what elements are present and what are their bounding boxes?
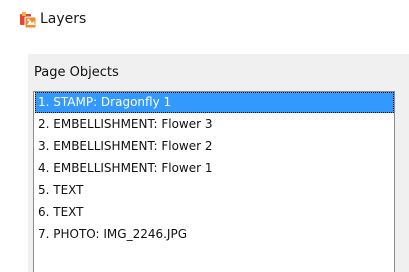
page-objects-panel: Page Objects 1. STAMP: Dragonfly 1 2. EM… — [28, 54, 409, 272]
list-item-text-5[interactable]: 5. TEXT — [35, 180, 394, 201]
list-item-embellishment-flower-2[interactable]: 3. EMBELLISHMENT: Flower 2 — [35, 136, 394, 157]
layers-app-icon — [19, 11, 37, 29]
list-item-stamp-dragonfly-1[interactable]: 1. STAMP: Dragonfly 1 — [35, 92, 394, 113]
list-item-text-6[interactable]: 6. TEXT — [35, 202, 394, 223]
page-objects-list[interactable]: 1. STAMP: Dragonfly 1 2. EMBELLISHMENT: … — [33, 91, 395, 272]
list-item-embellishment-flower-3[interactable]: 2. EMBELLISHMENT: Flower 3 — [35, 114, 394, 135]
list-item-embellishment-flower-1[interactable]: 4. EMBELLISHMENT: Flower 1 — [35, 158, 394, 179]
layers-window: Layers Page Objects 1. STAMP: Dragonfly … — [0, 0, 409, 272]
title-bar: Layers — [0, 0, 409, 40]
list-item-photo-img-2246[interactable]: 7. PHOTO: IMG_2246.JPG — [35, 224, 394, 245]
page-objects-label: Page Objects — [34, 65, 119, 80]
window-title: Layers — [40, 11, 87, 27]
